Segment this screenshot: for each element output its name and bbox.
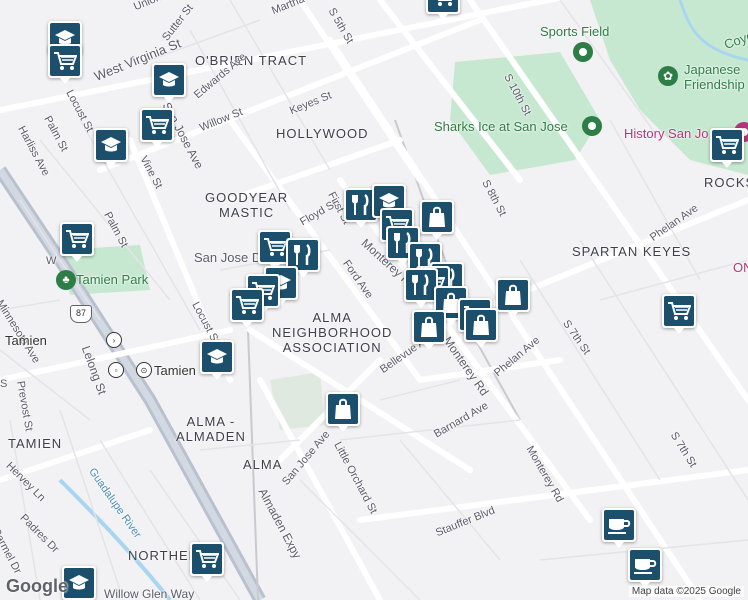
poi-label: Tamien — [5, 333, 47, 348]
bag-marker[interactable] — [464, 308, 498, 348]
school-icon — [64, 568, 94, 598]
neighborhood-label: SPARTAN KEYES — [572, 244, 692, 259]
poi-label: San Jose D — [194, 250, 262, 265]
poi-label: Sharks Ice at San Jose — [434, 119, 568, 134]
sports-field-marker[interactable] — [573, 42, 593, 62]
cafe-marker[interactable] — [628, 548, 662, 588]
school-marker[interactable] — [200, 340, 234, 380]
map-canvas[interactable]: O'BRIEN TRACT HOLLYWOOD GOODYEAR MASTIC … — [0, 0, 748, 600]
cart-marker[interactable] — [230, 288, 264, 328]
cart-marker[interactable] — [48, 44, 82, 84]
cart-icon — [62, 224, 92, 254]
tree-icon: ♣ — [62, 274, 70, 286]
cart-icon — [664, 296, 694, 326]
cafe-icon — [604, 510, 634, 540]
bag-icon — [414, 312, 444, 342]
neighborhood-label: GOODYEAR MASTIC — [205, 190, 289, 220]
street-label: Willow Glen Way — [104, 587, 195, 600]
bag-icon — [466, 310, 496, 340]
cafe-icon — [630, 550, 660, 580]
neighborhood-label: HOLLYWOOD — [276, 126, 369, 141]
flower-icon: ✿ — [662, 69, 674, 83]
bag-marker[interactable] — [326, 392, 360, 432]
cart-icon — [142, 110, 172, 140]
poi-label: Tamien Park — [76, 272, 149, 287]
neighborhood-label: ROCKS — [704, 175, 748, 190]
bag-icon — [422, 202, 452, 232]
neighborhood-label: TAMIEN — [8, 436, 63, 451]
bag-marker[interactable] — [412, 310, 446, 350]
neighborhood-label: ALMA NEIGHBORHOOD ASSOCIATION — [272, 310, 393, 355]
street-label: ON — [733, 260, 748, 275]
cart-marker[interactable] — [426, 0, 460, 20]
school-icon — [96, 130, 126, 160]
bag-icon — [498, 280, 528, 310]
cart-icon — [712, 130, 742, 160]
tram-icon: ⊙ — [140, 365, 148, 375]
poi-label: Sports Field — [540, 24, 610, 39]
cart-marker[interactable] — [140, 108, 174, 148]
cart-marker[interactable] — [190, 542, 224, 582]
park-icon — [579, 48, 587, 56]
tram-icon: ▫ — [114, 365, 118, 375]
cart-icon — [192, 544, 222, 574]
train-icon: › — [112, 335, 116, 345]
school-marker[interactable] — [94, 128, 128, 168]
cart-icon — [232, 290, 262, 320]
place-icon — [588, 122, 596, 130]
poi-label: Japanese Friendship — [684, 62, 745, 92]
bag-marker[interactable] — [496, 278, 530, 318]
cafe-marker[interactable] — [602, 508, 636, 548]
train-station-icon[interactable]: › — [106, 332, 122, 348]
japanese-garden-marker[interactable]: ✿ — [658, 66, 678, 86]
cart-icon — [428, 0, 458, 12]
neighborhood-label: ALMA - ALMADEN — [176, 414, 246, 444]
restaurant-marker[interactable] — [404, 268, 438, 308]
street-label: W — [46, 255, 57, 267]
cart-marker[interactable] — [710, 128, 744, 168]
neighborhood-label: O'BRIEN TRACT — [195, 53, 308, 68]
transit-icon[interactable]: ▫ — [108, 362, 124, 378]
school-marker[interactable] — [152, 63, 186, 103]
cart-marker[interactable] — [60, 222, 94, 262]
sharks-ice-marker[interactable] — [582, 116, 602, 136]
restaurant-icon — [406, 270, 436, 300]
school-icon — [154, 65, 184, 95]
poi-label: Tamien — [154, 363, 196, 378]
cart-marker[interactable] — [662, 294, 696, 334]
street-label: S — [0, 378, 8, 390]
map-attribution[interactable]: Map data ©2025 Google — [628, 586, 744, 597]
cart-icon — [50, 46, 80, 76]
highway-shield: 87 — [70, 305, 92, 323]
bag-icon — [328, 394, 358, 424]
poi-label: History San Jo — [624, 126, 709, 141]
neighborhood-label: ALMA — [243, 457, 283, 472]
tamien-park-marker[interactable]: ♣ — [56, 270, 76, 290]
light-rail-icon[interactable]: ⊙ — [136, 362, 152, 378]
google-logo[interactable]: Google — [6, 576, 68, 597]
bag-marker[interactable] — [420, 200, 454, 240]
school-icon — [202, 342, 232, 372]
